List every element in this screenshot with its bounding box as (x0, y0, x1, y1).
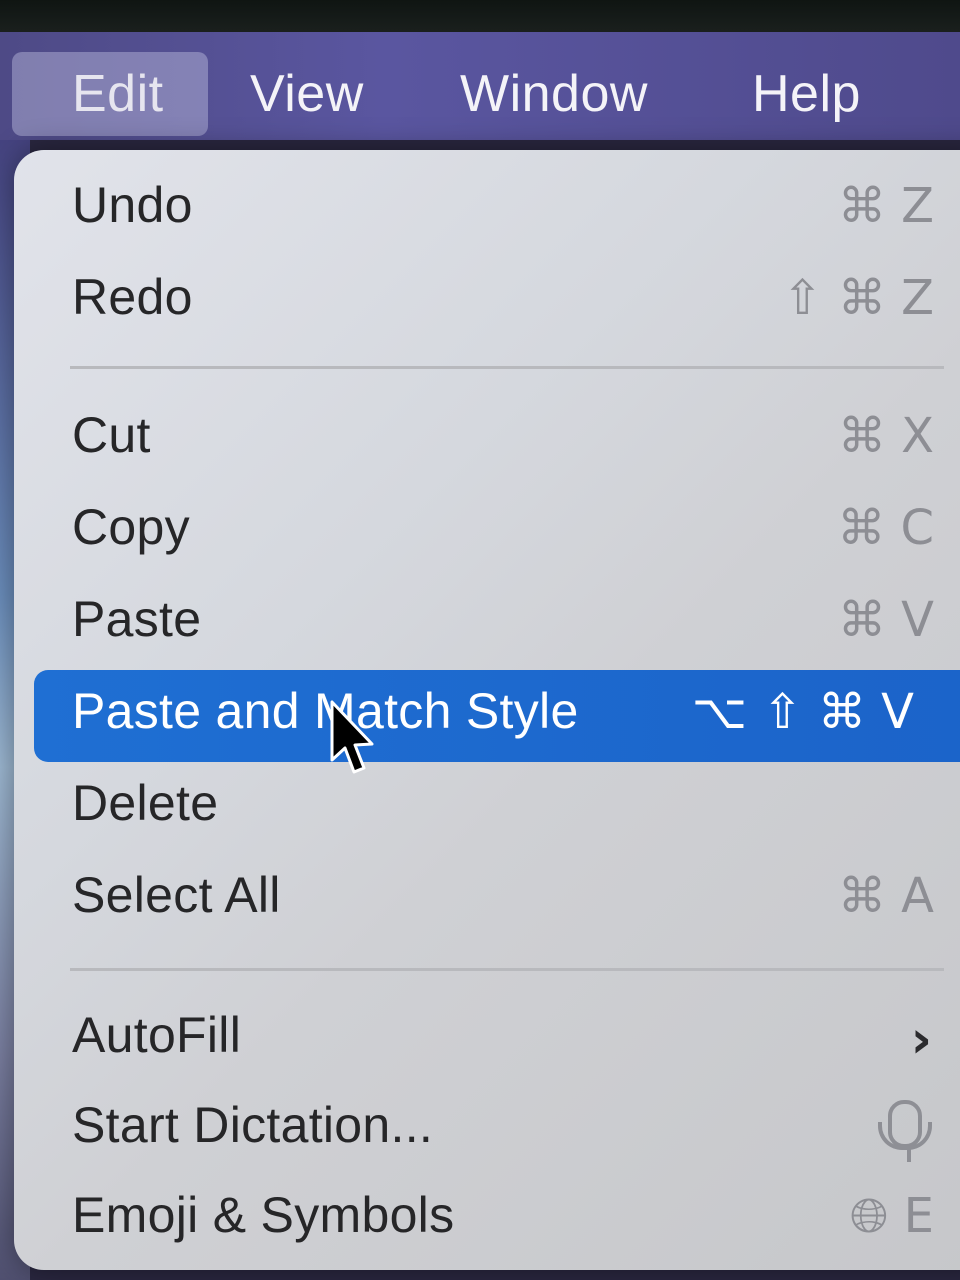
menu-view[interactable]: View (250, 52, 364, 136)
menu-item-redo[interactable]: Redo ⇧ ⌘ Z (14, 256, 960, 348)
menu-item-label: Undo (72, 177, 193, 233)
menu-item-cut[interactable]: Cut ⌘ X (14, 394, 960, 486)
menu-item-select-all[interactable]: Select All ⌘ A (14, 854, 960, 946)
shortcut-label: ⌥ ⇧ ⌘ V (691, 684, 914, 740)
edit-menu-dropdown: Undo ⌘ Z Redo ⇧ ⌘ Z Cut ⌘ X Copy ⌘ C Pas… (14, 150, 960, 1270)
emoji-shortcut: 🌐︎ E (850, 1188, 934, 1245)
shortcut-label: ⌘ X (837, 408, 934, 464)
menu-item-label: Paste (72, 591, 202, 647)
menu-separator (70, 968, 944, 971)
menu-item-label: Select All (72, 867, 281, 923)
menu-item-paste-and-match-style[interactable]: Paste and Match Style ⌥ ⇧ ⌘ V (34, 670, 960, 762)
menu-item-delete[interactable]: Delete (14, 762, 960, 854)
menu-separator (70, 366, 944, 369)
shortcut-label: ⇧ ⌘ Z (782, 270, 934, 326)
shortcut-label: ⌘ A (837, 868, 934, 924)
menu-bar: Edit View Window Help (0, 32, 960, 140)
menu-item-start-dictation[interactable]: Start Dictation... (14, 1084, 960, 1176)
menu-window[interactable]: Window (460, 52, 648, 136)
mouse-pointer-icon (330, 700, 374, 774)
menu-item-label: Paste and Match Style (72, 683, 579, 739)
shortcut-label: ⌘ C (837, 500, 934, 556)
menu-item-undo[interactable]: Undo ⌘ Z (14, 164, 960, 256)
menu-help[interactable]: Help (752, 52, 861, 136)
menu-item-label: Emoji & Symbols (72, 1187, 455, 1243)
menu-item-paste[interactable]: Paste ⌘ V (14, 578, 960, 670)
chevron-right-icon: › (910, 1010, 932, 1070)
menu-item-autofill[interactable]: AutoFill › (14, 994, 960, 1086)
menu-item-label: Redo (72, 269, 193, 325)
menu-item-label: Cut (72, 407, 151, 463)
menu-edit[interactable]: Edit (12, 52, 208, 136)
shortcut-label: ⌘ Z (837, 178, 934, 234)
menu-item-label: Delete (72, 775, 219, 831)
shortcut-key: E (903, 1188, 934, 1244)
shortcut-label: ⌘ V (837, 592, 934, 648)
menu-item-label: Start Dictation... (72, 1097, 434, 1153)
menu-item-emoji-symbols[interactable]: Emoji & Symbols 🌐︎ E (14, 1174, 960, 1266)
menu-item-label: AutoFill (72, 1007, 242, 1063)
menu-item-copy[interactable]: Copy ⌘ C (14, 486, 960, 578)
globe-icon: 🌐︎ (850, 1188, 889, 1244)
menu-item-label: Copy (72, 499, 190, 555)
